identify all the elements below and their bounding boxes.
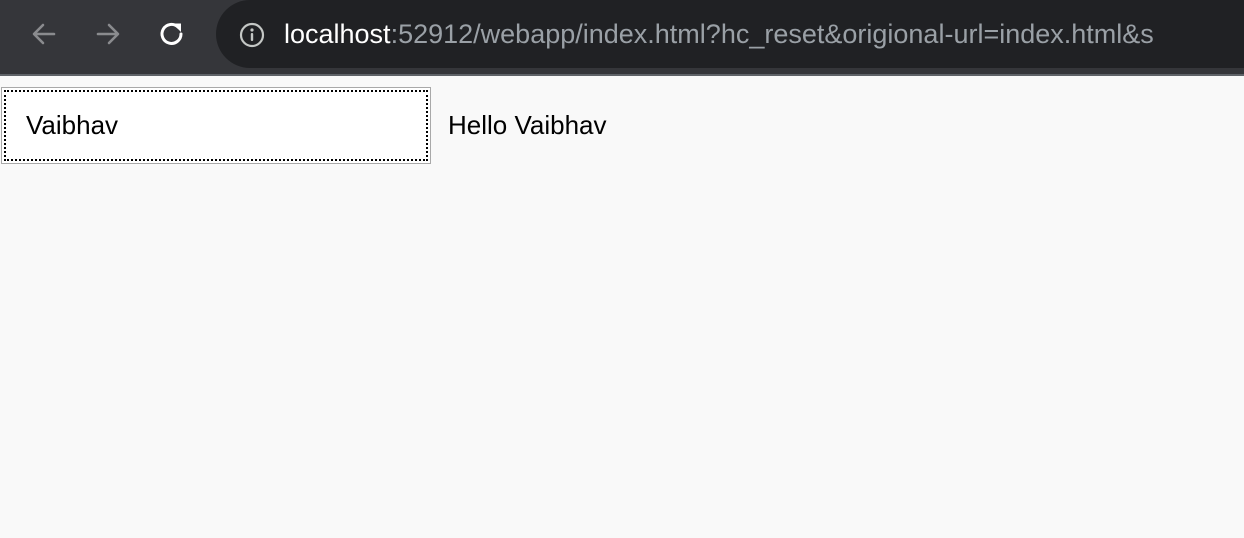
greeting-text: Hello Vaibhav: [448, 110, 607, 140]
arrow-left-icon: [32, 23, 56, 45]
address-bar[interactable]: localhost:52912/webapp/index.html?hc_res…: [216, 0, 1244, 68]
url-path: :52912/webapp/index.html?hc_reset&origio…: [390, 19, 1154, 49]
page-content: Hello Vaibhav: [0, 78, 1244, 538]
arrow-right-icon: [96, 23, 120, 45]
info-circle-icon[interactable]: [238, 21, 266, 49]
browser-toolbar: localhost:52912/webapp/index.html?hc_res…: [0, 0, 1244, 76]
forward-button[interactable]: [86, 12, 130, 56]
url-host: localhost: [284, 19, 391, 49]
back-button[interactable]: [22, 12, 66, 56]
reload-button[interactable]: [150, 12, 194, 56]
name-input[interactable]: [1, 87, 431, 164]
reload-icon: [160, 22, 183, 45]
url-text: localhost:52912/webapp/index.html?hc_res…: [284, 16, 1154, 52]
